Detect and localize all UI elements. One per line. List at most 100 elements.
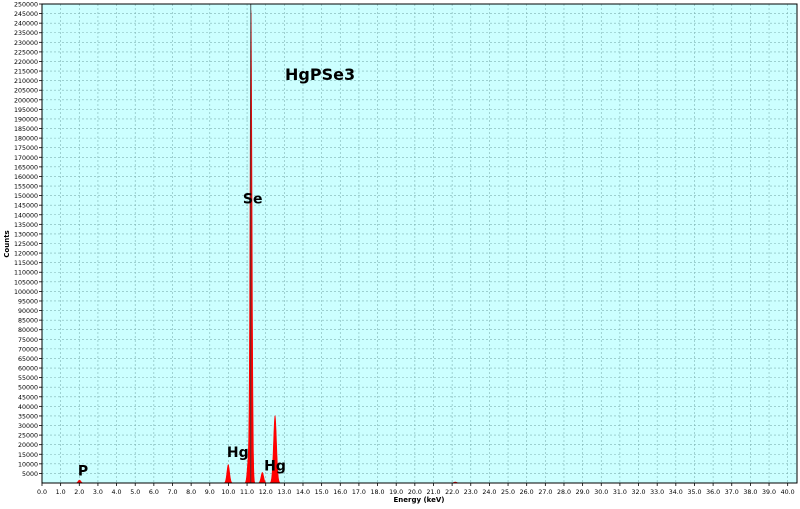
x-tick-label: 28.0 [557,489,571,496]
y-tick-label: 140000 [14,212,38,219]
y-tick-label: 205000 [14,88,38,95]
spectrum-plot: P Hg Hg Se 5000 10000 15000 20000 25000 30000 350… [3,2,798,504]
y-tick-label: 40000 [18,404,38,411]
x-tick-label: 31.0 [613,489,627,496]
x-tick-label: 16.0 [333,489,347,496]
y-tick-label: 145000 [14,203,38,210]
y-tick-label: 110000 [14,270,38,277]
x-tick-label: 14.0 [296,489,310,496]
y-tick-label: 35000 [18,413,38,420]
y-tick-label: 230000 [14,40,38,47]
y-tick-label: 175000 [14,145,38,152]
x-tick-label: 10.0 [221,489,235,496]
x-tick-label: 1.0 [56,489,66,496]
y-tick-label: 30000 [18,423,38,430]
y-tick-label: 135000 [14,222,38,229]
x-tick-label: 4.0 [112,489,122,496]
x-tick-label: 20.0 [408,489,422,496]
y-tick-label: 130000 [14,231,38,238]
x-tick-label: 12.0 [259,489,273,496]
x-tick-label: 37.0 [725,489,739,496]
y-tick-label: 245000 [14,11,38,18]
y-axis-title: Counts [3,230,11,257]
x-tick-label: 23.0 [464,489,478,496]
x-tick-label: 25.0 [501,489,515,496]
x-tick-label: 17.0 [352,489,366,496]
y-tick-label: 10000 [18,461,38,468]
x-tick-label: 40.0 [781,489,795,496]
x-tick-label: 35.0 [687,489,701,496]
y-tick-label: 90000 [18,308,38,315]
x-tick-label: 39.0 [762,489,776,496]
y-tick-label: 185000 [14,126,38,133]
y-tick-label: 85000 [18,318,38,325]
y-tick-label: 190000 [14,116,38,123]
x-tick-label: 0.0 [37,489,47,496]
y-tick-label: 215000 [14,69,38,76]
x-tick-label: 22.0 [445,489,459,496]
y-tick-label: 95000 [18,298,38,305]
y-tick-label: 115000 [14,260,38,267]
y-tick-label: 220000 [14,59,38,66]
y-tick-label: 200000 [14,97,38,104]
y-tick-label: 100000 [14,289,38,296]
x-tick-label: 6.0 [149,489,159,496]
x-tick-label: 11.0 [240,489,254,496]
x-tick-label: 33.0 [650,489,664,496]
y-tick-label: 15000 [18,452,38,459]
y-tick-label: 55000 [18,375,38,382]
x-tick-label: 27.0 [538,489,552,496]
y-tick-label: 225000 [14,49,38,56]
y-tick-label: 20000 [18,442,38,449]
y-tick-label: 155000 [14,184,38,191]
y-tick-label: 5000 [22,471,38,478]
y-tick-label: 160000 [14,174,38,181]
y-tick-label: 240000 [14,21,38,28]
x-tick-label: 34.0 [669,489,683,496]
y-tick-label: 75000 [18,337,38,344]
x-tick-label: 32.0 [632,489,646,496]
y-tick-label: 165000 [14,164,38,171]
x-tick-label: 15.0 [315,489,329,496]
y-tick-label: 25000 [18,433,38,440]
x-tick-label: 2.0 [74,489,84,496]
y-tick-label: 170000 [14,155,38,162]
y-tick-label: 60000 [18,366,38,373]
y-tick-label: 105000 [14,279,38,286]
y-tick-label: 235000 [14,30,38,37]
peak-annotation: Hg [264,459,286,475]
peak-annotation: Hg [227,445,249,461]
y-tick-label: 125000 [14,241,38,248]
x-tick-label: 5.0 [130,489,140,496]
x-tick-label: 38.0 [743,489,757,496]
chart-title: HgPSe3 [285,65,355,84]
x-tick-label: 18.0 [371,489,385,496]
x-tick-label: 24.0 [482,489,496,496]
y-tick-label: 250000 [14,2,38,9]
y-tick-label: 70000 [18,346,38,353]
y-tick-label: 180000 [14,136,38,143]
x-tick-label: 29.0 [576,489,590,496]
x-tick-label: 3.0 [93,489,103,496]
y-tick-label: 50000 [18,385,38,392]
y-tick-label: 150000 [14,193,38,200]
x-tick-label: 36.0 [706,489,720,496]
x-tick-label: 13.0 [277,489,291,496]
peak-annotation: P [78,463,88,479]
y-tick-label: 80000 [18,327,38,334]
y-tick-label: 210000 [14,78,38,85]
y-tick-label: 195000 [14,107,38,114]
spectrum-chart: P Hg Hg Se 5000 10000 15000 20000 25000 30000 350… [0,0,800,505]
y-tick-label: 65000 [18,356,38,363]
x-tick-label: 19.0 [389,489,403,496]
x-tick-label: 30.0 [594,489,608,496]
y-tick-label: 120000 [14,251,38,258]
y-tick-label: 45000 [18,394,38,401]
x-tick-label: 7.0 [167,489,177,496]
x-tick-label: 9.0 [205,489,215,496]
peak-annotation: Se [243,191,263,207]
x-axis-title: Energy (keV) [393,496,444,504]
x-tick-label: 21.0 [426,489,440,496]
x-tick-label: 26.0 [520,489,534,496]
x-tick-label: 8.0 [186,489,196,496]
